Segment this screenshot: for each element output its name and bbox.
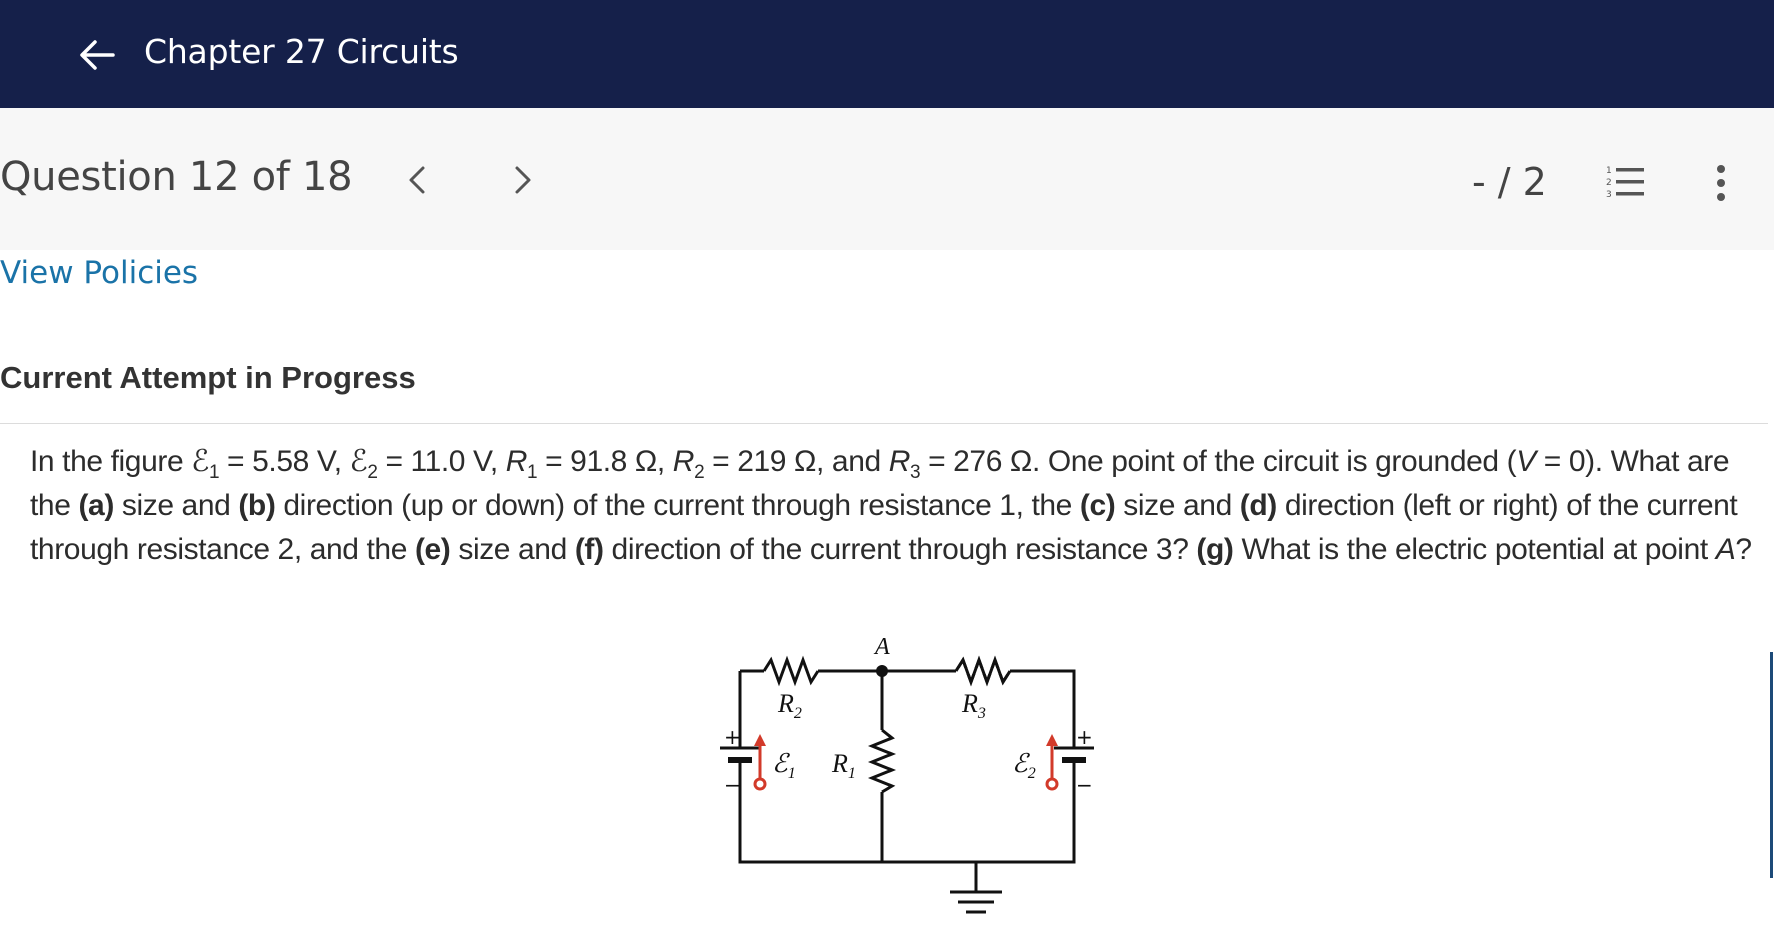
numbered-list-icon[interactable]: 1 2 3	[1604, 164, 1646, 200]
score-display: - / 2	[1472, 160, 1547, 204]
q-part-g: (g)	[1196, 533, 1234, 566]
q-part-a: (a)	[78, 489, 114, 522]
q-text: = 219 Ω, and	[704, 445, 889, 478]
q-v: V	[1516, 445, 1536, 478]
view-policies-link[interactable]: View Policies	[0, 255, 198, 291]
label-r2: R2	[777, 689, 802, 722]
top-header: Chapter 27 Circuits	[0, 0, 1774, 108]
label-point-a: A	[873, 634, 890, 660]
more-vertical-icon[interactable]	[1712, 163, 1730, 203]
label-emf1: ℰ1	[772, 749, 796, 782]
q-text: = 5.58 V,	[219, 445, 350, 478]
scrollbar-thumb[interactable]	[1770, 652, 1773, 878]
q-text: In the figure	[30, 445, 192, 478]
label-r1: R1	[831, 749, 856, 782]
label-r3-sub: 3	[977, 705, 986, 722]
q-part-b: (b)	[238, 489, 276, 522]
q-text: size and	[113, 489, 239, 522]
q-text: = 276 Ω. One point of the circuit is gro…	[920, 445, 1517, 478]
svg-text:2: 2	[1606, 178, 1612, 188]
svg-text:3: 3	[1606, 190, 1612, 200]
q-part-e: (e)	[414, 533, 451, 566]
label-r1-sym: R	[831, 749, 848, 778]
wire-left-lower	[738, 772, 1076, 864]
q-text: direction of the current through resista…	[603, 533, 1197, 566]
battery2-plus: +	[1076, 725, 1093, 749]
emf1-arrow	[753, 734, 767, 791]
q-emf2-sub: 2	[367, 462, 378, 483]
chevron-right-icon[interactable]	[510, 163, 536, 197]
q-emf1-sub: 1	[208, 462, 220, 483]
q-r3: R	[888, 445, 911, 478]
label-r2-sym: R	[777, 689, 794, 718]
chevron-left-icon[interactable]	[404, 163, 430, 197]
emf2-arrow	[1045, 734, 1059, 791]
q-text: ?	[1735, 533, 1752, 566]
question-nav-bar: Question 12 of 18 - / 2 1 2 3	[0, 108, 1774, 250]
question-counter: Question 12 of 18	[0, 154, 353, 200]
q-text: direction (up or down) of the current th…	[275, 489, 1080, 522]
label-r2-sub: 2	[794, 705, 802, 722]
q-point-a: A	[1715, 533, 1736, 566]
divider	[0, 423, 1768, 424]
label-r3: R3	[961, 689, 986, 722]
resistor-r2	[762, 655, 820, 687]
q-r2-sub: 2	[694, 462, 705, 483]
battery1-minus: −	[724, 773, 741, 797]
junction-a	[876, 665, 888, 677]
label-r3-sym: R	[961, 689, 978, 718]
q-r1-sub: 1	[527, 462, 538, 483]
label-emf2-sub: 2	[1028, 765, 1036, 782]
attempt-heading: Current Attempt in Progress	[0, 360, 416, 395]
q-r2: R	[672, 445, 695, 478]
label-r1-sub: 1	[848, 765, 856, 782]
battery1-plus: +	[724, 725, 741, 749]
circuit-figure: A R2 R3 R1 ℰ1 ℰ2 + − + −	[720, 634, 1094, 914]
q-text: size and	[1115, 489, 1240, 522]
q-part-c: (c)	[1079, 489, 1116, 522]
q-text: = 91.8 Ω,	[537, 445, 673, 478]
q-part-f: (f)	[574, 533, 604, 566]
chapter-title: Chapter 27 Circuits	[144, 32, 459, 71]
q-emf1: ℰ	[191, 445, 209, 478]
label-emf2: ℰ2	[1012, 749, 1036, 782]
svg-text:1: 1	[1606, 166, 1612, 176]
resistor-r1	[867, 728, 897, 794]
q-text: size and	[450, 533, 575, 566]
q-r3-sub: 3	[909, 462, 921, 483]
q-r1: R	[505, 445, 528, 478]
q-part-d: (d)	[1239, 489, 1278, 522]
q-text: = 11.0 V,	[377, 445, 506, 478]
wire-right-upper	[1042, 669, 1076, 748]
q-emf2: ℰ	[349, 445, 368, 478]
question-text: In the figure ℰ1 = 5.58 V, ℰ2 = 11.0 V, …	[30, 440, 1760, 572]
arrow-left-icon[interactable]	[77, 35, 117, 75]
q-text: What is the electric potential at point	[1233, 533, 1716, 566]
label-emf1-sub: 1	[788, 765, 796, 782]
battery2-minus: −	[1076, 773, 1093, 797]
